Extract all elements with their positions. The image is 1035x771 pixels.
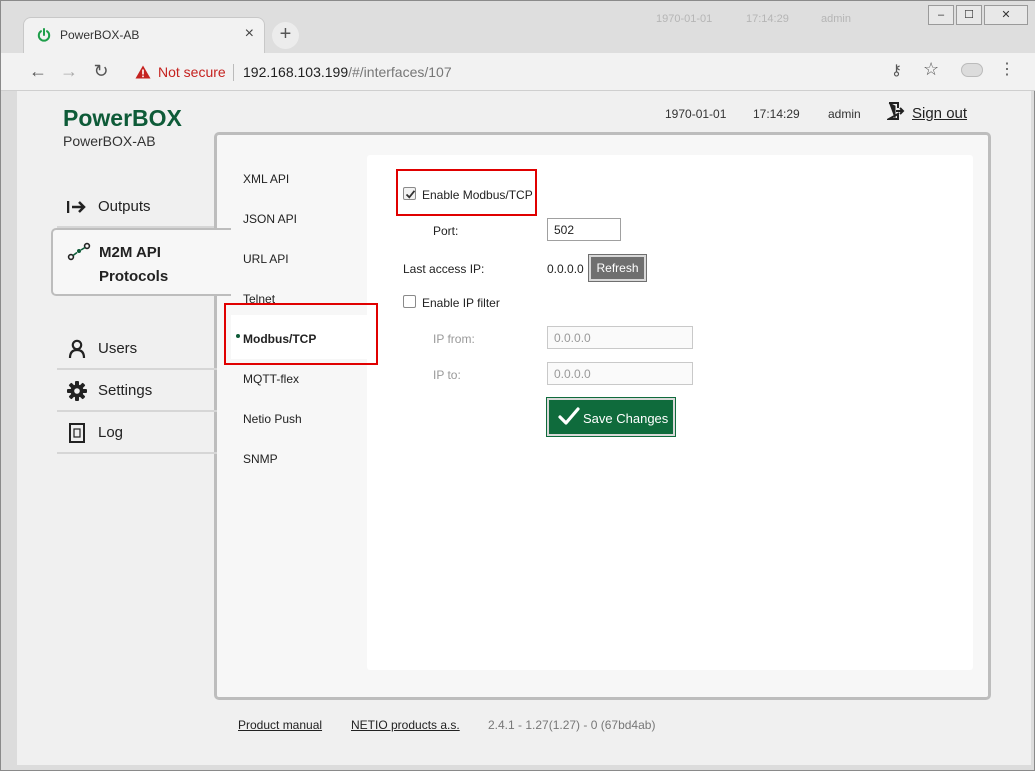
url-text[interactable]: 192.168.103.199/#/interfaces/107 <box>243 64 452 80</box>
save-changes-label: Save Changes <box>583 411 669 426</box>
user-icon <box>68 339 86 359</box>
maximize-button[interactable]: ☐ <box>956 5 982 25</box>
highlight-enable-modbus <box>396 169 537 216</box>
ip-from-input[interactable] <box>547 326 693 349</box>
menu-log-label: Log <box>98 424 124 441</box>
close-tab-icon[interactable]: × <box>245 25 254 43</box>
sub-menu-xml-api[interactable]: XML API <box>243 172 289 186</box>
extension-icon[interactable] <box>961 63 983 77</box>
url-host: 192.168.103.199 <box>243 64 349 80</box>
ip-to-input[interactable] <box>547 362 693 385</box>
power-icon <box>37 28 51 42</box>
address-bar: ← → ↻ Not secure 192.168.103.199/#/inter… <box>1 53 1035 91</box>
more-menu-icon[interactable]: ⋮ <box>999 59 1015 79</box>
check-icon <box>558 407 580 425</box>
menu-settings[interactable]: Settings <box>57 370 217 412</box>
menu-m2m-api-protocols[interactable]: M2M API Protocols <box>51 228 231 296</box>
url-path: /#/interfaces/107 <box>348 64 452 80</box>
forward-arrow-icon[interactable]: → <box>58 61 80 83</box>
enable-ip-filter-label[interactable]: Enable IP filter <box>422 296 500 310</box>
sub-menu-snmp[interactable]: SNMP <box>243 452 278 466</box>
sub-menu-mqtt-flex[interactable]: MQTT-flex <box>243 372 299 386</box>
minimize-button[interactable]: – <box>928 5 954 25</box>
last-access-ip-value: 0.0.0.0 <box>547 262 584 276</box>
menu-outputs-label: Outputs <box>98 198 151 215</box>
last-access-ip-label: Last access IP: <box>403 262 485 276</box>
window-controls: – ☐ ✕ <box>926 5 1028 27</box>
menu-m2m-line2: Protocols <box>99 268 169 285</box>
interfaces-panel: XML API JSON API URL API Telnet Modbus/T… <box>214 132 991 700</box>
star-icon[interactable]: ☆ <box>923 59 939 80</box>
page: PowerBOX PowerBOX-AB 1970-01-01 17:14:29… <box>17 91 1031 765</box>
header-time: 17:14:29 <box>753 107 800 121</box>
ghost-time: 17:14:29 <box>746 13 789 25</box>
reload-icon[interactable]: ↻ <box>90 61 112 83</box>
ip-from-label: IP from: <box>433 332 475 346</box>
outputs-icon <box>67 201 86 213</box>
device-name: PowerBOX-AB <box>63 133 156 149</box>
menu-users-label: Users <box>98 340 138 357</box>
browser-window: 1970-01-01 17:14:29 admin PowerBOX-AB × … <box>0 0 1035 771</box>
menu-users[interactable]: Users <box>57 328 217 370</box>
back-arrow-icon[interactable]: ← <box>27 61 49 83</box>
product-manual-link[interactable]: Product manual <box>238 718 322 732</box>
m2m-icon <box>67 242 91 261</box>
url-separator <box>233 64 234 81</box>
warning-icon <box>135 65 151 79</box>
brand-title: PowerBOX <box>63 105 182 131</box>
tab-title: PowerBOX-AB <box>60 28 140 42</box>
browser-tab[interactable]: PowerBOX-AB × <box>23 17 265 53</box>
ghost-date: 1970-01-01 <box>656 13 713 25</box>
port-input[interactable] <box>547 218 621 241</box>
menu-m2m-label: M2M API Protocols <box>99 241 209 289</box>
key-icon[interactable]: ⚷ <box>891 61 902 79</box>
firmware-version: 2.4.1 - 1.27(1.27) - 0 (67bd4ab) <box>488 718 656 732</box>
menu-settings-label: Settings <box>98 382 153 399</box>
port-label: Port: <box>433 224 459 238</box>
ghost-user: admin <box>821 13 851 25</box>
sub-menu-url-api[interactable]: URL API <box>243 252 289 266</box>
ip-to-label: IP to: <box>433 368 461 382</box>
save-changes-button[interactable]: Save Changes <box>546 397 676 437</box>
modbus-settings-form: Enable Modbus/TCP Port: Last access IP: … <box>367 155 973 670</box>
url-bar[interactable]: Not secure 192.168.103.199/#/interfaces/… <box>125 58 955 86</box>
menu-outputs[interactable]: Outputs <box>57 186 217 228</box>
sub-menu-json-api[interactable]: JSON API <box>243 212 297 226</box>
sign-out-icon[interactable] <box>887 102 905 120</box>
not-secure-label[interactable]: Not secure <box>158 64 226 80</box>
menu-m2m-line1: M2M API <box>99 244 161 261</box>
header-date: 1970-01-01 <box>665 107 727 121</box>
menu-log[interactable]: Log <box>57 412 217 454</box>
netio-products-link[interactable]: NETIO products a.s. <box>351 718 460 732</box>
new-tab-button[interactable]: + <box>272 22 299 49</box>
log-icon <box>69 423 85 443</box>
sign-out-link[interactable]: Sign out <box>912 105 967 122</box>
sub-menu-netio-push[interactable]: Netio Push <box>243 412 302 426</box>
gear-icon <box>67 381 87 401</box>
close-window-button[interactable]: ✕ <box>984 5 1028 25</box>
enable-ip-filter-checkbox[interactable] <box>403 295 416 308</box>
tab-strip: 1970-01-01 17:14:29 admin PowerBOX-AB × … <box>1 1 1035 53</box>
refresh-button[interactable]: Refresh <box>588 254 647 282</box>
header-user: admin <box>828 107 861 121</box>
highlight-modbus-menu <box>224 303 378 365</box>
